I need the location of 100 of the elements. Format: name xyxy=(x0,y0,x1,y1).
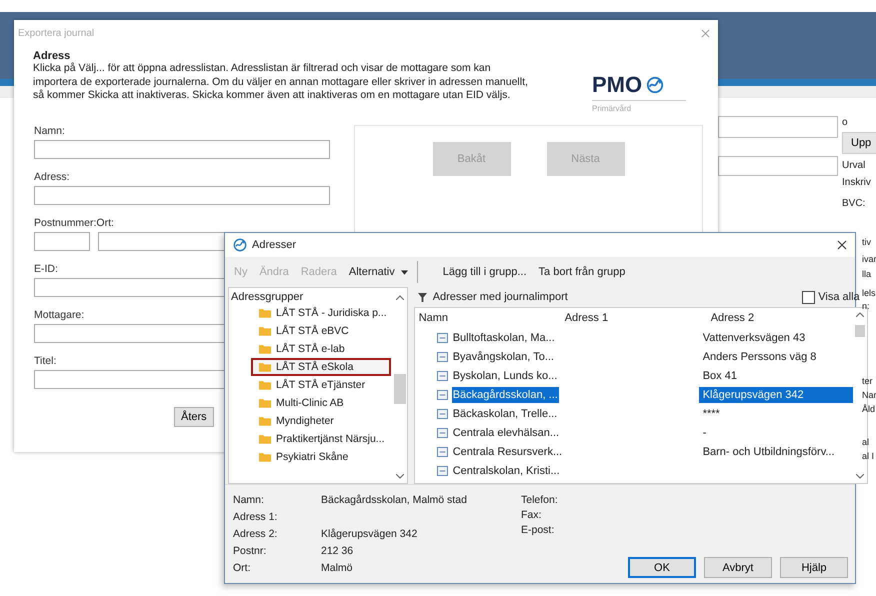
scroll-down-icon[interactable] xyxy=(856,474,864,479)
table-cell: Klågerupsvägen 342 xyxy=(702,388,804,400)
toolbar-button[interactable]: Lägg till i grupp... xyxy=(438,264,532,280)
logo-text: PMO xyxy=(592,72,642,98)
postcode-field[interactable] xyxy=(34,232,90,251)
background-label: al I xyxy=(862,450,874,463)
tree-header: Adressgrupper xyxy=(231,291,304,303)
close-icon[interactable] xyxy=(837,240,847,250)
tree-item[interactable]: Psykiatri Skåne xyxy=(251,448,391,466)
reset-button[interactable]: Åters xyxy=(174,407,214,427)
detail-label: Fax: xyxy=(521,508,542,523)
column-header[interactable]: Adress 2 xyxy=(706,312,853,324)
dialog-title: Adresser xyxy=(252,239,298,251)
contact-card-icon xyxy=(436,370,448,380)
detail-value: Malmö xyxy=(321,562,353,574)
folder-icon xyxy=(259,308,271,318)
background-label: lla xyxy=(862,268,872,281)
column-header[interactable]: Namn xyxy=(414,312,561,324)
detail-label: Ort: xyxy=(233,561,252,576)
dialog-title: Exportera journal xyxy=(18,28,94,38)
tree-item[interactable]: LÅT STÅ eTjänster xyxy=(251,376,391,394)
address-name[interactable]: Byavångskolan, To... xyxy=(452,348,555,364)
filter-icon xyxy=(418,292,427,302)
address-name[interactable]: Centrala elevhälsan... xyxy=(452,424,560,440)
address-name[interactable]: Bäckaskolan, Trelle... xyxy=(452,406,558,422)
scrollbar-thumb[interactable] xyxy=(854,325,865,337)
background-label: ter xyxy=(862,375,873,388)
field-label: Postnummer:Ort: xyxy=(34,217,114,229)
table-cell: **** xyxy=(702,408,720,420)
field-label: E-ID: xyxy=(34,263,58,275)
input-field[interactable] xyxy=(34,140,330,159)
background-label: lels xyxy=(862,287,876,300)
scroll-down-icon[interactable] xyxy=(396,474,404,479)
tree-item[interactable]: Myndigheter xyxy=(251,412,391,430)
background-label: ivar xyxy=(862,253,876,266)
detail-value: Bäckagårdsskolan, Malmö stad xyxy=(321,494,467,506)
background-label: Åld xyxy=(862,403,876,416)
folder-icon xyxy=(259,362,271,372)
scroll-up-icon[interactable] xyxy=(396,294,404,300)
tree-item[interactable]: Praktikertjänst Närsju... xyxy=(251,430,391,448)
swirl-icon xyxy=(233,238,247,252)
detail-label: Namn: xyxy=(233,493,265,508)
contact-card-icon xyxy=(436,332,448,342)
background-button[interactable]: Upp xyxy=(842,132,876,154)
folder-icon xyxy=(259,326,271,336)
table-cell: - xyxy=(702,426,706,438)
background-label: Urval xyxy=(842,159,866,173)
section-heading: Adress xyxy=(33,50,72,62)
field-label: Namn: xyxy=(34,125,65,137)
tree-item[interactable]: LÅT STÅ eBVC xyxy=(251,322,391,340)
table-cell: Vattenverksvägen 43 xyxy=(702,332,806,344)
contact-card-icon xyxy=(436,352,448,362)
detail-value: 212 36 xyxy=(321,545,354,557)
tree-item[interactable]: LÅT STÅ eSkola xyxy=(251,358,391,376)
field-label: Mottagare: xyxy=(34,309,84,321)
contact-card-icon xyxy=(436,446,448,456)
dialog-button[interactable]: Avbryt xyxy=(704,557,772,578)
background-label: tiv xyxy=(862,236,871,249)
folder-icon xyxy=(259,434,271,444)
table-cell: Anders Perssons väg 8 xyxy=(702,350,816,362)
address-name[interactable]: Centrala Resursverk... xyxy=(452,444,564,460)
detail-label: E-post: xyxy=(521,523,556,538)
background-label: o xyxy=(842,116,848,130)
detail-label: Adress 1: xyxy=(233,510,278,525)
background-label: BVC: xyxy=(842,197,866,211)
table-cell: Barn- och Utbildningsförv... xyxy=(702,446,835,458)
background-label: Nar xyxy=(862,389,876,402)
table-cell: Box 41 xyxy=(702,370,737,382)
address-name[interactable]: Bulltoftaskolan, Ma... xyxy=(452,330,556,346)
dialog-button[interactable]: OK xyxy=(628,557,696,578)
address-name[interactable]: Byskolan, Lunds ko... xyxy=(452,368,558,384)
column-header[interactable]: Adress 1 xyxy=(560,312,707,324)
scrollbar-thumb[interactable] xyxy=(394,374,406,404)
address-name[interactable]: Centralskolan, Kristi... xyxy=(452,462,561,478)
field-label: Titel: xyxy=(34,355,56,367)
detail-label: Postnr: xyxy=(233,544,268,559)
toolbar-button[interactable]: Ta bort från grupp xyxy=(534,264,630,280)
background-label: al xyxy=(862,436,870,449)
folder-icon xyxy=(259,416,271,426)
input-field[interactable] xyxy=(34,186,330,205)
address-name[interactable]: Bäckagårdsskolan, ... xyxy=(452,386,559,402)
detail-label: Adress 2: xyxy=(233,527,278,542)
background-label: Inskriv xyxy=(842,176,871,190)
detail-value: Klågerupsvägen 342 xyxy=(321,528,418,540)
folder-icon xyxy=(259,398,271,408)
tree-item[interactable]: LÅT STÅ - Juridiska p... xyxy=(251,304,393,322)
contact-card-icon xyxy=(436,408,448,418)
contact-card-icon xyxy=(436,428,448,438)
detail-label: Telefon: xyxy=(521,493,558,508)
logo-subtitle: Primärvård xyxy=(592,104,632,113)
options-dropdown[interactable]: Alternativ xyxy=(344,264,413,280)
scroll-up-icon[interactable] xyxy=(856,312,864,317)
swirl-logo-icon xyxy=(646,76,664,94)
tree-item[interactable]: Multi-Clinic AB xyxy=(251,394,391,412)
description-text: Klicka på Välj... för att öppna adresslistan. Adresslistan är filtrerad och visar de mottagare som kan importera de exporterade journalerna. Om du väljer en annan mottagare eller skriver in adressen manuellt, så kommer Skicka att inaktiveras. Skicka kommer även att inaktiveras om en mottagare utan EID väljs. xyxy=(33,62,529,102)
filter-label: Adresser med journalimport xyxy=(432,291,569,303)
tree-item[interactable]: LÅT STÅ e-lab xyxy=(251,340,391,358)
dialog-button[interactable]: Hjälp xyxy=(780,557,848,578)
contact-card-icon xyxy=(436,390,448,400)
folder-icon xyxy=(259,380,271,390)
